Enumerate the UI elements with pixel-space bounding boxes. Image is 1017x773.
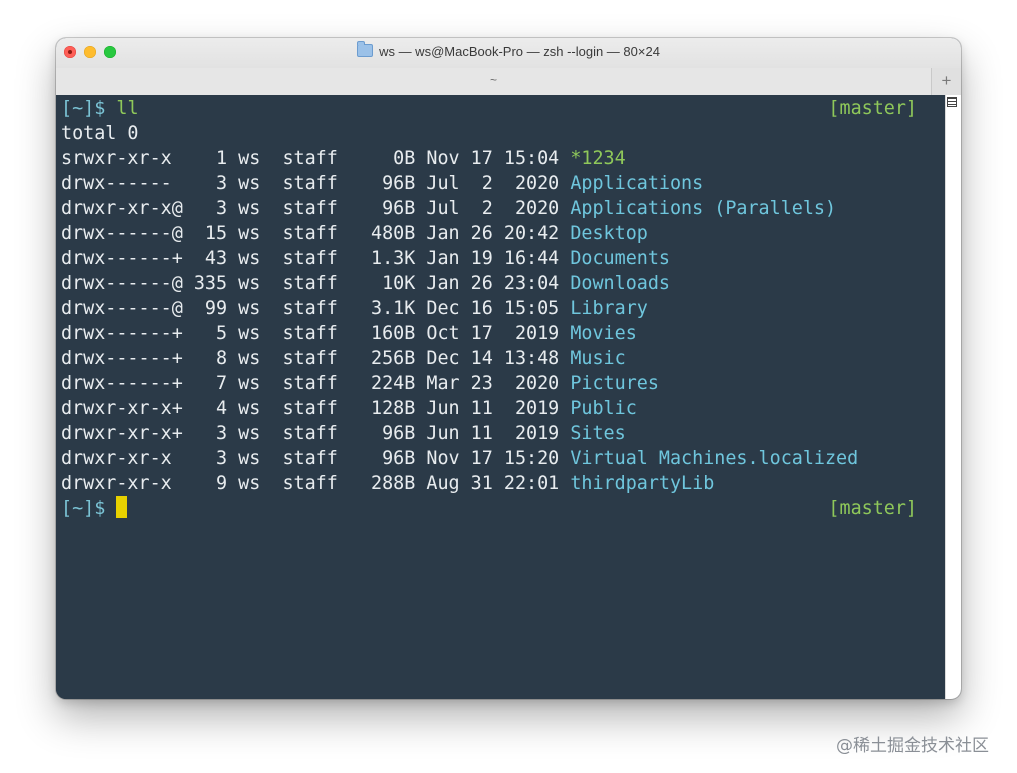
terminal-window: ws — ws@MacBook-Pro — zsh --login — 80×2… xyxy=(56,38,961,699)
final-prompt-line: [~]$ xyxy=(61,496,128,521)
prompt-line: [~]$ ll xyxy=(61,96,139,121)
watermark: @稀土掘金技术社区 xyxy=(836,736,989,756)
directory-name: Sites xyxy=(570,423,626,444)
listing-row: drwx------@ 15 ws staff 480B Jan 26 20:4… xyxy=(61,221,648,246)
listing-row: drwx------+ 43 ws staff 1.3K Jan 19 16:4… xyxy=(61,246,670,271)
directory-name: thirdpartyLib xyxy=(570,473,715,494)
listing-row: drwx------+ 5 ws staff 160B Oct 17 2019 … xyxy=(61,321,637,346)
listing-row: drwxr-xr-x+ 3 ws staff 96B Jun 11 2019 S… xyxy=(61,421,626,446)
listing-row: drwxr-xr-x+ 4 ws staff 128B Jun 11 2019 … xyxy=(61,396,637,421)
listing-row: drwx------+ 7 ws staff 224B Mar 23 2020 … xyxy=(61,371,659,396)
scrollbar[interactable] xyxy=(945,95,961,699)
directory-name: Pictures xyxy=(570,373,659,394)
file-meta: drwx------@ 99 ws staff 3.1K Dec 16 15:0… xyxy=(61,298,571,319)
folder-icon xyxy=(357,41,374,57)
file-meta: drwx------ 3 ws staff 96B Jul 2 2020 xyxy=(61,173,571,194)
cursor xyxy=(116,496,128,518)
directory-name: Public xyxy=(570,398,637,419)
terminal-output[interactable]: [~]$ ll [master] total 0 srwxr-xr-x 1 ws… xyxy=(56,95,946,699)
tab-bar: ~ + xyxy=(56,68,961,96)
listing-row: drwx------@ 335 ws staff 10K Jan 26 23:0… xyxy=(61,271,670,296)
file-meta: drwx------@ 335 ws staff 10K Jan 26 23:0… xyxy=(61,273,571,294)
window-title-text: ws — ws@MacBook-Pro — zsh --login — 80×2… xyxy=(379,44,660,59)
scroll-marker-icon xyxy=(947,97,957,107)
file-meta: drwxr-xr-x+ 3 ws staff 96B Jun 11 2019 xyxy=(61,423,571,444)
listing-row: drwxr-xr-x@ 3 ws staff 96B Jul 2 2020 Ap… xyxy=(61,196,836,221)
git-branch-indicator: [master] xyxy=(828,98,917,119)
socket-name: *1234 xyxy=(570,148,626,169)
directory-name: Applications (Parallels) xyxy=(570,198,837,219)
shell-prompt: [~]$ xyxy=(61,498,106,519)
file-meta: drwx------@ 15 ws staff 480B Jan 26 20:4… xyxy=(61,223,571,244)
file-meta: srwxr-xr-x 1 ws staff 0B Nov 17 15:04 xyxy=(61,148,571,169)
window-title: ws — ws@MacBook-Pro — zsh --login — 80×2… xyxy=(56,41,961,59)
listing-row: drwx------@ 99 ws staff 3.1K Dec 16 15:0… xyxy=(61,296,648,321)
listing-row: drwx------ 3 ws staff 96B Jul 2 2020 App… xyxy=(61,171,703,196)
file-meta: drwxr-xr-x@ 3 ws staff 96B Jul 2 2020 xyxy=(61,198,571,219)
file-meta: drwxr-xr-x+ 4 ws staff 128B Jun 11 2019 xyxy=(61,398,571,419)
listing-row: drwxr-xr-x 3 ws staff 96B Nov 17 15:20 V… xyxy=(61,446,858,471)
tab-home[interactable]: ~ xyxy=(56,73,931,87)
shell-prompt: [~]$ xyxy=(61,98,106,119)
file-meta: drwx------+ 7 ws staff 224B Mar 23 2020 xyxy=(61,373,571,394)
directory-name: Documents xyxy=(570,248,670,269)
git-branch-indicator: [master] xyxy=(828,498,917,519)
directory-name: Music xyxy=(570,348,626,369)
file-meta: drwx------+ 43 ws staff 1.3K Jan 19 16:4… xyxy=(61,248,571,269)
directory-name: Movies xyxy=(570,323,637,344)
file-meta: drwx------+ 8 ws staff 256B Dec 14 13:48 xyxy=(61,348,571,369)
directory-name: Desktop xyxy=(570,223,648,244)
title-bar[interactable]: ws — ws@MacBook-Pro — zsh --login — 80×2… xyxy=(56,38,961,68)
typed-command: ll xyxy=(105,98,139,119)
listing-row: drwx------+ 8 ws staff 256B Dec 14 13:48… xyxy=(61,346,626,371)
new-tab-button[interactable]: + xyxy=(931,68,961,95)
file-meta: drwx------+ 5 ws staff 160B Oct 17 2019 xyxy=(61,323,571,344)
directory-name: Downloads xyxy=(570,273,670,294)
total-line: total 0 xyxy=(61,123,139,144)
directory-name: Virtual Machines.localized xyxy=(570,448,859,469)
file-meta: drwxr-xr-x 3 ws staff 96B Nov 17 15:20 xyxy=(61,448,571,469)
listing-row: drwxr-xr-x 9 ws staff 288B Aug 31 22:01 … xyxy=(61,471,714,496)
listing-row: srwxr-xr-x 1 ws staff 0B Nov 17 15:04 *1… xyxy=(61,146,626,171)
file-meta: drwxr-xr-x 9 ws staff 288B Aug 31 22:01 xyxy=(61,473,571,494)
directory-name: Library xyxy=(570,298,648,319)
directory-name: Applications xyxy=(570,173,704,194)
